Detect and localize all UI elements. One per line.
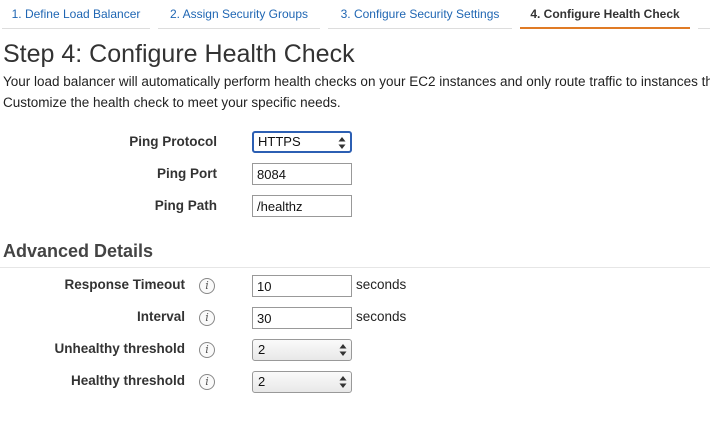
info-icon[interactable]: i — [199, 310, 215, 326]
wizard-tabs: 1. Define Load Balancer 2. Assign Securi… — [0, 0, 710, 30]
healthy-threshold-value: 2 — [258, 374, 266, 389]
ping-port-label: Ping Port — [157, 166, 217, 181]
advanced-details-heading: Advanced Details — [3, 241, 154, 261]
ping-port-input[interactable] — [252, 163, 352, 185]
description-line-2: Customize the health check to meet your … — [3, 95, 341, 110]
info-icon[interactable]: i — [199, 278, 215, 294]
tab-configure-health-check[interactable]: 4. Configure Health Check — [520, 0, 690, 29]
interval-unit: seconds — [356, 309, 407, 324]
response-timeout-input[interactable] — [252, 275, 352, 297]
ping-path-label: Ping Path — [154, 198, 217, 213]
section-divider — [0, 267, 710, 268]
updown-arrows-icon — [339, 376, 347, 388]
page-title: Step 4: Configure Health Check — [3, 40, 355, 68]
tab-assign-security-groups[interactable]: 2. Assign Security Groups — [158, 0, 320, 29]
ping-protocol-select[interactable]: HTTPS — [252, 131, 352, 153]
tab-define-load-balancer[interactable]: 1. Define Load Balancer — [2, 0, 150, 29]
unhealthy-threshold-label: Unhealthy threshold — [54, 341, 185, 356]
ping-path-input[interactable] — [252, 195, 352, 217]
healthy-threshold-select[interactable]: 2 — [252, 371, 352, 393]
page-description: Your load balancer will automatically pe… — [3, 71, 710, 113]
ping-protocol-value: HTTPS — [258, 134, 301, 149]
info-icon[interactable]: i — [199, 342, 215, 358]
tab-next-partial[interactable] — [698, 0, 710, 29]
healthy-threshold-label: Healthy threshold — [70, 373, 185, 388]
updown-arrows-icon — [339, 344, 347, 356]
response-timeout-unit: seconds — [356, 277, 407, 292]
ping-protocol-label: Ping Protocol — [129, 134, 217, 149]
interval-input[interactable] — [252, 307, 352, 329]
tab-configure-security-settings[interactable]: 3. Configure Security Settings — [328, 0, 512, 29]
updown-arrows-icon — [338, 137, 346, 149]
unhealthy-threshold-value: 2 — [258, 342, 266, 357]
interval-label: Interval — [136, 309, 185, 324]
description-line-1: Your load balancer will automatically pe… — [3, 74, 710, 89]
response-timeout-label: Response Timeout — [64, 277, 185, 292]
info-icon[interactable]: i — [199, 374, 215, 390]
unhealthy-threshold-select[interactable]: 2 — [252, 339, 352, 361]
